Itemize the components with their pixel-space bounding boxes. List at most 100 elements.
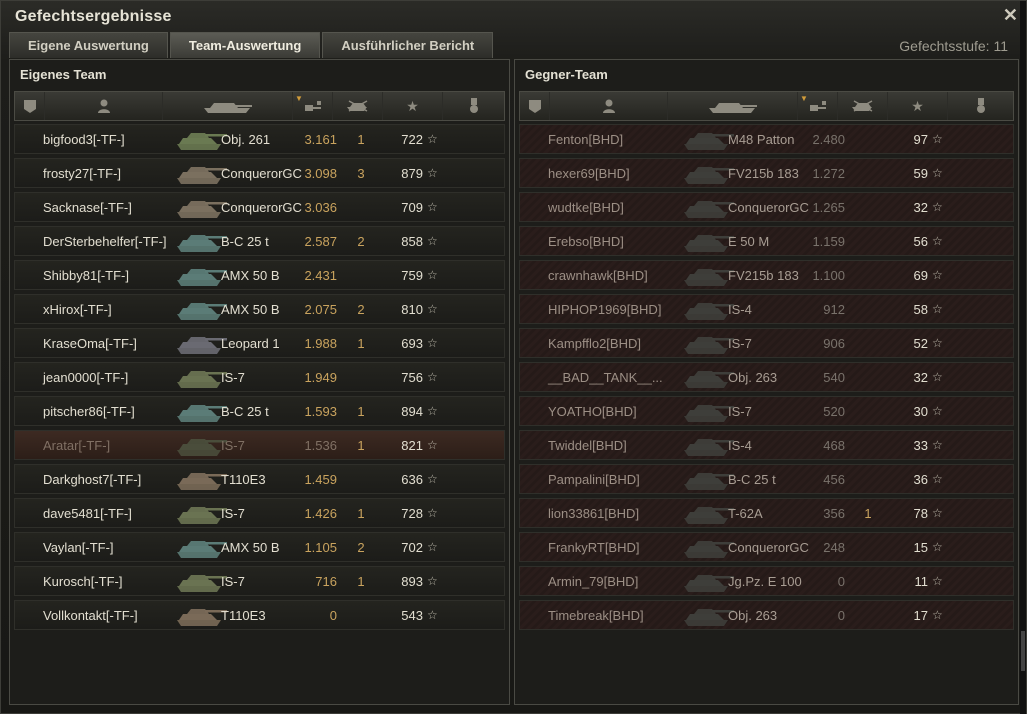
table-row[interactable]: YOATHO[BHD] IS-7 520 30 ☆ [519, 396, 1014, 426]
experience-value: 1.100 [812, 267, 845, 283]
star-icon: ☆ [932, 438, 943, 452]
kills-value: 3 [357, 165, 365, 181]
player-name: Fenton[BHD] [548, 131, 624, 147]
tank-name: Jg.Pz. E 100 [728, 573, 802, 589]
table-row[interactable]: Darkghost7[-TF-] T110E3 1.459 636 ☆ [14, 464, 505, 494]
table-row[interactable]: xHirox[-TF-] AMX 50 B 2.075 2 810 ☆ [14, 294, 505, 324]
rank-icon[interactable] [520, 92, 550, 120]
experience-icon[interactable]: ▼ [293, 92, 333, 120]
tab-own-evaluation[interactable]: Eigene Auswertung [9, 32, 168, 58]
star-icon: ☆ [427, 336, 438, 350]
player-name: Darkghost7[-TF-] [43, 471, 142, 487]
table-row[interactable]: wudtke[BHD] ConquerorGC 1.265 32 ☆ [519, 192, 1014, 222]
tab-team-evaluation[interactable]: Team-Auswertung [169, 32, 321, 58]
own-team-list: bigfood3[-TF-] Obj. 261 3.161 1 722 ☆ frosty27… [14, 124, 505, 634]
table-row[interactable]: Timebreak[BHD] Obj. 263 0 17 ☆ [519, 600, 1014, 630]
tank-name: IS-7 [221, 369, 245, 385]
star-icon: ☆ [932, 132, 943, 146]
table-row[interactable]: __BAD__TANK__... Obj. 263 540 32 ☆ [519, 362, 1014, 392]
experience-value: 0 [837, 573, 845, 589]
player-name: wudtke[BHD] [548, 199, 624, 215]
score-value: 893 [401, 573, 423, 589]
player-name: Aratar[-TF-] [43, 437, 111, 453]
score-value: 36 [913, 471, 928, 487]
table-row[interactable]: DerSterbehelfer[-TF-] B-C 25 t 2.587 2 858 ☆ [14, 226, 505, 256]
table-row[interactable]: FrankyRT[BHD] ConquerorGC 248 15 ☆ [519, 532, 1014, 562]
tank-name: ConquerorGC [221, 165, 302, 181]
experience-icon[interactable]: ▼ [798, 92, 838, 120]
table-row[interactable]: Kurosch[-TF-] IS-7 716 1 893 ☆ [14, 566, 505, 596]
table-row[interactable]: Shibby81[-TF-] AMX 50 B 2.431 759 ☆ [14, 260, 505, 290]
tank-name: IS-7 [728, 403, 752, 419]
table-row[interactable]: Vaylan[-TF-] AMX 50 B 1.105 2 702 ☆ [14, 532, 505, 562]
kills-value: 1 [357, 403, 365, 419]
table-row[interactable]: frosty27[-TF-] ConquerorGC 3.098 3 879 ☆ [14, 158, 505, 188]
tank-name: IS-7 [221, 505, 245, 521]
tank-icon[interactable] [163, 92, 293, 120]
medal-icon[interactable] [948, 92, 1013, 120]
tank-name: T110E3 [221, 471, 266, 487]
tank-name: AMX 50 B [221, 267, 280, 283]
table-row[interactable]: dave5481[-TF-] IS-7 1.426 1 728 ☆ [14, 498, 505, 528]
star-icon: ☆ [932, 540, 943, 554]
sort-descending-icon: ▼ [800, 94, 808, 103]
star-icon: ☆ [932, 370, 943, 384]
experience-value: 912 [823, 301, 845, 317]
scrollbar[interactable] [1020, 1, 1026, 714]
star-icon: ☆ [427, 268, 438, 282]
score-value: 759 [401, 267, 423, 283]
experience-value: 248 [823, 539, 845, 555]
player-icon[interactable] [45, 92, 163, 120]
kills-value: 2 [357, 233, 365, 249]
player-name: FrankyRT[BHD] [548, 539, 640, 555]
close-icon[interactable]: ✕ [1003, 5, 1018, 26]
kills-icon[interactable] [838, 92, 888, 120]
table-row[interactable]: Aratar[-TF-] IS-7 1.536 1 821 ☆ [14, 430, 505, 460]
score-value: 821 [401, 437, 423, 453]
kills-icon[interactable] [333, 92, 383, 120]
table-row[interactable]: HIPHOP1969[BHD] IS-4 912 58 ☆ [519, 294, 1014, 324]
table-row[interactable]: Pampalini[BHD] B-C 25 t 456 36 ☆ [519, 464, 1014, 494]
table-row[interactable]: hexer69[BHD] FV215b 183 1.272 59 ☆ [519, 158, 1014, 188]
player-name: Vaylan[-TF-] [43, 539, 114, 555]
star-icon: ☆ [932, 268, 943, 282]
player-name: __BAD__TANK__... [548, 369, 663, 385]
window-title: Gefechtsergebnisse [15, 8, 172, 25]
player-name: Kampfflo2[BHD] [548, 335, 641, 351]
table-row[interactable]: Vollkontakt[-TF-] T110E3 0 543 ☆ [14, 600, 505, 630]
table-row[interactable]: Kampfflo2[BHD] IS-7 906 52 ☆ [519, 328, 1014, 358]
experience-value: 356 [823, 505, 845, 521]
battle-results-window: Gefechtsergebnisse ✕ Eigene Auswertung T… [0, 0, 1027, 714]
tab-detailed-report[interactable]: Ausführlicher Bericht [322, 32, 494, 58]
score-star-icon[interactable]: ★ [383, 92, 443, 120]
table-row[interactable]: Erebso[BHD] E 50 M 1.159 56 ☆ [519, 226, 1014, 256]
score-star-icon[interactable]: ★ [888, 92, 948, 120]
score-value: 33 [913, 437, 928, 453]
table-row[interactable]: lion33861[BHD] T-62A 356 1 78 ☆ [519, 498, 1014, 528]
table-row[interactable]: KraseOma[-TF-] Leopard 1 1.988 1 693 ☆ [14, 328, 505, 358]
table-row[interactable]: Sacknase[-TF-] ConquerorGC 3.036 709 ☆ [14, 192, 505, 222]
tank-icon[interactable] [668, 92, 798, 120]
table-row[interactable]: pitscher86[-TF-] B-C 25 t 1.593 1 894 ☆ [14, 396, 505, 426]
table-row[interactable]: bigfood3[-TF-] Obj. 261 3.161 1 722 ☆ [14, 124, 505, 154]
tank-name: T-62A [728, 505, 763, 521]
player-name: Vollkontakt[-TF-] [43, 607, 138, 623]
table-row[interactable]: Armin_79[BHD] Jg.Pz. E 100 0 11 ☆ [519, 566, 1014, 596]
player-name: Erebso[BHD] [548, 233, 624, 249]
experience-value: 0 [329, 607, 337, 623]
table-row[interactable]: jean0000[-TF-] IS-7 1.949 756 ☆ [14, 362, 505, 392]
table-row[interactable]: Fenton[BHD] M48 Patton 2.480 97 ☆ [519, 124, 1014, 154]
table-row[interactable]: Twiddel[BHD] IS-4 468 33 ☆ [519, 430, 1014, 460]
rank-icon[interactable] [15, 92, 45, 120]
player-name: KraseOma[-TF-] [43, 335, 137, 351]
player-name: Kurosch[-TF-] [43, 573, 123, 589]
player-icon[interactable] [550, 92, 668, 120]
medal-icon[interactable] [443, 92, 504, 120]
scrollbar-thumb[interactable] [1021, 631, 1025, 671]
kills-value: 1 [357, 573, 365, 589]
kills-value: 1 [357, 505, 365, 521]
player-name: HIPHOP1969[BHD] [548, 301, 662, 317]
table-row[interactable]: crawnhawk[BHD] FV215b 183 1.100 69 ☆ [519, 260, 1014, 290]
score-value: 722 [401, 131, 423, 147]
experience-value: 520 [823, 403, 845, 419]
